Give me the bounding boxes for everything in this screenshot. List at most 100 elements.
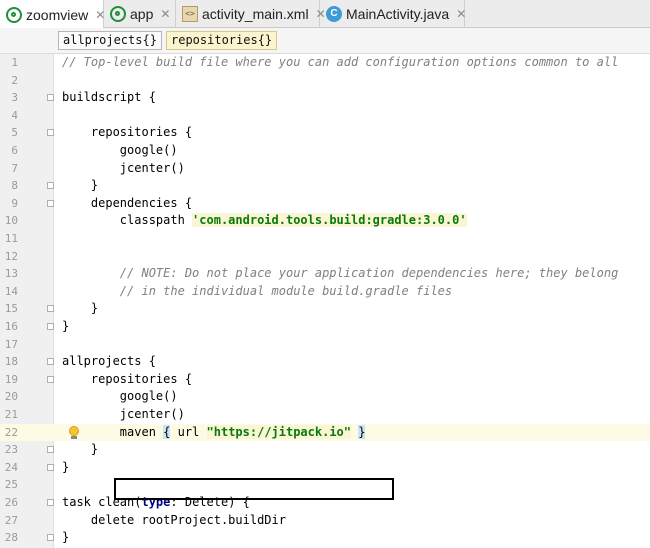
code-text: jcenter() [62, 406, 185, 424]
code-token: dependencies { [62, 195, 193, 210]
code-line[interactable]: 19 repositories { [0, 371, 650, 389]
code-line[interactable]: 23 } [0, 441, 650, 459]
code-token: jcenter() [62, 407, 185, 421]
code-token: buildscript { [62, 90, 156, 105]
code-line[interactable]: 7 jcenter() [0, 160, 650, 178]
line-number: 12 [4, 249, 18, 263]
fold-marker-icon[interactable] [47, 199, 54, 207]
line-number: 7 [11, 161, 18, 175]
code-text: // in the individual module build.gradle… [62, 283, 452, 301]
code-token: } [62, 178, 99, 193]
code-string: 'com.android.tools.build:gradle:3.0.0' [192, 213, 467, 228]
code-text: repositories { [62, 371, 192, 389]
code-token: } [62, 530, 70, 545]
code-text: classpath 'com.android.tools.build:gradl… [62, 212, 467, 230]
close-icon[interactable]: ✕ [160, 7, 170, 21]
code-text: } [62, 177, 98, 195]
fold-marker-icon[interactable] [47, 534, 54, 542]
code-line[interactable]: 5 repositories { [0, 124, 650, 142]
code-token: jcenter() [62, 160, 185, 175]
code-line[interactable]: 17 [0, 336, 650, 354]
line-number: 10 [4, 214, 18, 228]
code-line[interactable]: 13 // NOTE: Do not place your applicatio… [0, 265, 650, 283]
fold-marker-icon[interactable] [47, 129, 54, 137]
code-line[interactable]: 15 } [0, 300, 650, 318]
line-number: 5 [11, 126, 18, 140]
code-editor[interactable]: 1 // Top-level build file where you can a… [0, 54, 650, 548]
code-line[interactable]: 14 // in the individual module build.gra… [0, 283, 650, 301]
close-icon[interactable]: ✕ [456, 7, 466, 21]
fold-marker-icon[interactable] [47, 446, 54, 454]
code-token: } [62, 459, 70, 474]
code-line[interactable]: 10 classpath 'com.android.tools.build:gr… [0, 212, 650, 230]
line-number: 8 [11, 179, 18, 193]
code-comment: // NOTE: Do not place your application d… [62, 266, 619, 281]
tab-label: app [130, 6, 154, 22]
tab-activity-main-xml[interactable]: <> activity_main.xml ✕ [176, 0, 326, 28]
tab-label: activity_main.xml [202, 6, 309, 22]
code-text: jcenter() [62, 160, 185, 178]
line-number: 2 [11, 73, 18, 87]
line-number: 6 [11, 144, 18, 157]
fold-marker-icon[interactable] [47, 499, 54, 506]
line-number: 27 [4, 513, 18, 527]
code-text: buildscript { [62, 89, 156, 107]
code-text: } [62, 459, 69, 477]
code-line[interactable]: 1 // Top-level build file where you can a… [0, 54, 650, 72]
code-line[interactable]: 4 [0, 107, 650, 125]
tab-zoomview[interactable]: zoomview ✕ [0, 0, 105, 29]
line-number: 13 [4, 267, 18, 281]
code-line[interactable]: 24} [0, 459, 650, 477]
code-token: allprojects { [62, 354, 156, 369]
code-text: // Top-level build file where you can ad… [62, 54, 618, 72]
code-line[interactable]: 28} [0, 529, 650, 547]
line-number: 14 [4, 284, 18, 298]
code-text: } [62, 318, 69, 336]
breadcrumb-allprojects[interactable]: allprojects{} [58, 31, 162, 50]
fold-marker-icon[interactable] [47, 375, 54, 383]
breadcrumb-repositories[interactable]: repositories{} [166, 31, 278, 50]
code-line[interactable]: 11 [0, 230, 650, 248]
line-number: 19 [4, 372, 18, 386]
code-line[interactable]: 3 buildscript { [0, 89, 650, 107]
line-number: 18 [4, 355, 18, 369]
code-text: // NOTE: Do not place your application d… [62, 265, 619, 283]
code-line[interactable]: 8 } [0, 177, 650, 195]
java-class-icon: C [326, 6, 342, 22]
code-token: } [62, 319, 70, 333]
fold-marker-icon[interactable] [47, 305, 54, 313]
tab-mainactivity-java[interactable]: C MainActivity.java ✕ [320, 0, 466, 28]
line-number: 15 [4, 302, 18, 316]
line-number: 22 [4, 425, 18, 439]
code-line[interactable]: 9 dependencies { [0, 195, 650, 213]
line-number: 16 [4, 320, 18, 333]
line-number: 20 [4, 390, 18, 404]
xml-file-icon: <> [182, 6, 198, 22]
code-string: "https://jitpack.io" [206, 424, 352, 439]
code-comment: // in the individual module build.gradle… [62, 283, 453, 298]
code-line[interactable]: 12 [0, 248, 650, 266]
code-comment: // Top-level build file where you can ad… [62, 55, 619, 69]
code-line[interactable]: 21 jcenter() [0, 406, 650, 424]
code-line[interactable]: 16} [0, 318, 650, 336]
code-line[interactable]: 6 google() [0, 142, 650, 160]
code-line[interactable]: 18 allprojects { [0, 353, 650, 371]
code-line[interactable]: 27 delete rootProject.buildDir [0, 512, 650, 530]
code-line[interactable]: 20 google() [0, 388, 650, 406]
code-text: } [62, 529, 69, 547]
code-line[interactable]: 22 maven { url "https://jitpack.io" } [0, 423, 650, 442]
line-number: 9 [11, 196, 18, 210]
code-text: allprojects { [62, 353, 156, 371]
fold-marker-icon[interactable] [47, 323, 54, 330]
fold-marker-icon[interactable] [47, 463, 54, 471]
matched-brace: } [358, 424, 366, 439]
fold-marker-icon[interactable] [47, 358, 54, 366]
tab-app[interactable]: app ✕ [104, 0, 176, 28]
fold-marker-icon[interactable] [47, 182, 54, 190]
code-text: google() [62, 142, 178, 160]
tab-label: zoomview [26, 6, 89, 23]
line-number: 4 [11, 108, 18, 122]
fold-marker-icon[interactable] [47, 94, 54, 102]
line-number: 23 [4, 443, 18, 457]
code-line[interactable]: 2 [0, 72, 650, 90]
